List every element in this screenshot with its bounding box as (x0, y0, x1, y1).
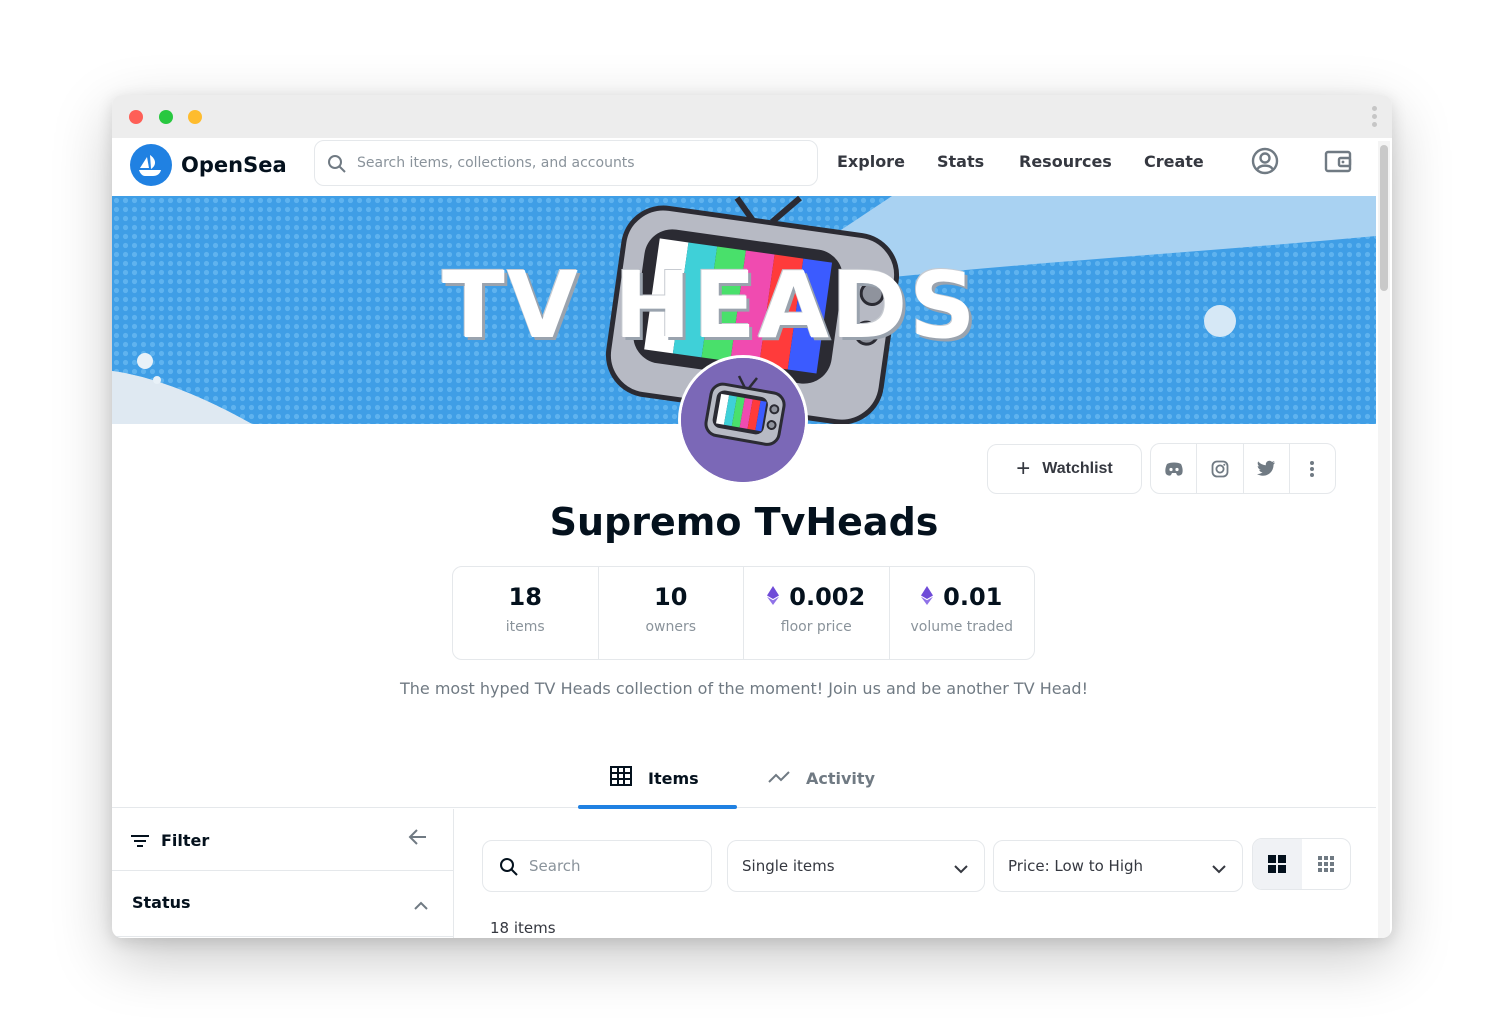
social-links (1150, 443, 1336, 494)
collection-stats: 18 items 10 owners 0.002 floor price 0.0… (452, 566, 1035, 660)
tab-items[interactable]: Items (610, 748, 699, 808)
watchlist-label: Watchlist (1042, 460, 1113, 477)
status-label: Status (132, 893, 191, 912)
nav-resources[interactable]: Resources (1019, 152, 1112, 171)
item-type-select[interactable]: Single items (727, 840, 985, 892)
stat-label: floor price (780, 619, 852, 635)
plus-icon: + (1016, 455, 1031, 482)
nav-stats[interactable]: Stats (937, 152, 984, 171)
opensea-logo[interactable]: OpenSea (130, 144, 287, 186)
stat-label: items (505, 619, 545, 635)
trending-line-icon (768, 769, 790, 788)
watchlist-button[interactable]: + Watchlist (987, 444, 1142, 494)
browser-menu-icon[interactable] (1372, 106, 1378, 130)
tab-items-label: Items (648, 768, 699, 788)
discord-icon (1164, 462, 1183, 476)
tv-avatar-image (681, 358, 805, 482)
global-search[interactable] (314, 140, 818, 186)
small-grid-button[interactable] (1302, 839, 1351, 889)
collection-avatar (678, 355, 808, 485)
filter-label: Filter (161, 831, 210, 850)
wallet-icon[interactable] (1322, 145, 1354, 177)
chevron-down-icon (1212, 860, 1226, 878)
ethereum-icon (767, 583, 780, 611)
stat-value: 18 (508, 583, 542, 611)
collection-title: Supremo TvHeads (549, 500, 939, 544)
account-icon[interactable] (1249, 145, 1281, 177)
more-options-button[interactable] (1290, 444, 1335, 493)
stat-volume-traded[interactable]: 0.01 volume traded (890, 567, 1035, 659)
results-count: 18 items (490, 919, 556, 937)
scrollbar-thumb[interactable] (1380, 145, 1388, 291)
tab-activity[interactable]: Activity (768, 748, 875, 808)
twitter-icon (1257, 460, 1276, 476)
twitter-button[interactable] (1244, 444, 1290, 493)
global-search-input[interactable] (357, 151, 797, 175)
stat-value: 0.002 (789, 583, 866, 611)
item-type-value: Single items (742, 857, 835, 875)
search-icon (327, 154, 347, 178)
stat-value: 10 (654, 583, 688, 611)
stat-value: 0.01 (943, 583, 1003, 611)
stat-label: owners (645, 619, 697, 635)
arrow-left-icon (408, 829, 426, 845)
status-filter-section[interactable]: Status (112, 871, 453, 937)
browser-titlebar (112, 95, 1392, 138)
items-search-input[interactable] (529, 855, 699, 877)
instagram-button[interactable] (1197, 444, 1244, 493)
collection-description: The most hyped TV Heads collection of th… (400, 679, 1088, 698)
active-tab-indicator (578, 805, 737, 809)
maximize-window-button[interactable] (159, 110, 173, 124)
site-header: OpenSea Explore Stats Resources Create (112, 138, 1378, 196)
filter-header[interactable]: Filter (112, 809, 453, 871)
search-icon (499, 857, 519, 881)
grid-table-icon (610, 766, 632, 790)
sort-value: Price: Low to High (1008, 857, 1144, 875)
browser-window: OpenSea Explore Stats Resources Create (112, 95, 1392, 938)
collapse-filter-button[interactable] (408, 828, 428, 850)
page-scrollbar[interactable] (1378, 141, 1390, 938)
chevron-up-icon (414, 895, 428, 914)
stat-floor-price[interactable]: 0.002 floor price (744, 567, 890, 659)
collection-tabs: Items Activity (112, 748, 1376, 809)
minimize-window-button[interactable] (188, 110, 202, 124)
items-search[interactable] (482, 840, 712, 892)
sort-select[interactable]: Price: Low to High (993, 840, 1243, 892)
instagram-icon (1211, 460, 1229, 477)
ethereum-icon (921, 583, 934, 611)
small-grid-icon (1317, 856, 1334, 872)
page-viewport: OpenSea Explore Stats Resources Create (112, 138, 1392, 938)
stat-owners[interactable]: 10 owners (599, 567, 744, 659)
stat-label: volume traded (910, 619, 1014, 635)
brand-name: OpenSea (181, 153, 287, 177)
stat-items[interactable]: 18 items (453, 567, 599, 659)
close-window-button[interactable] (129, 110, 143, 124)
filter-icon (130, 833, 150, 852)
grid-size-toggle (1252, 838, 1351, 890)
tab-activity-label: Activity (806, 768, 875, 788)
chevron-down-icon (954, 860, 968, 878)
filter-sidebar: Filter Status (112, 809, 454, 938)
nav-create[interactable]: Create (1144, 152, 1204, 171)
nav-explore[interactable]: Explore (837, 152, 905, 171)
large-grid-button[interactable] (1253, 839, 1302, 889)
large-grid-icon (1268, 855, 1287, 873)
opensea-logo-icon (130, 144, 172, 186)
banner-title: TV HEADS (442, 252, 978, 359)
more-vertical-icon (1310, 460, 1315, 477)
discord-button[interactable] (1151, 444, 1198, 493)
